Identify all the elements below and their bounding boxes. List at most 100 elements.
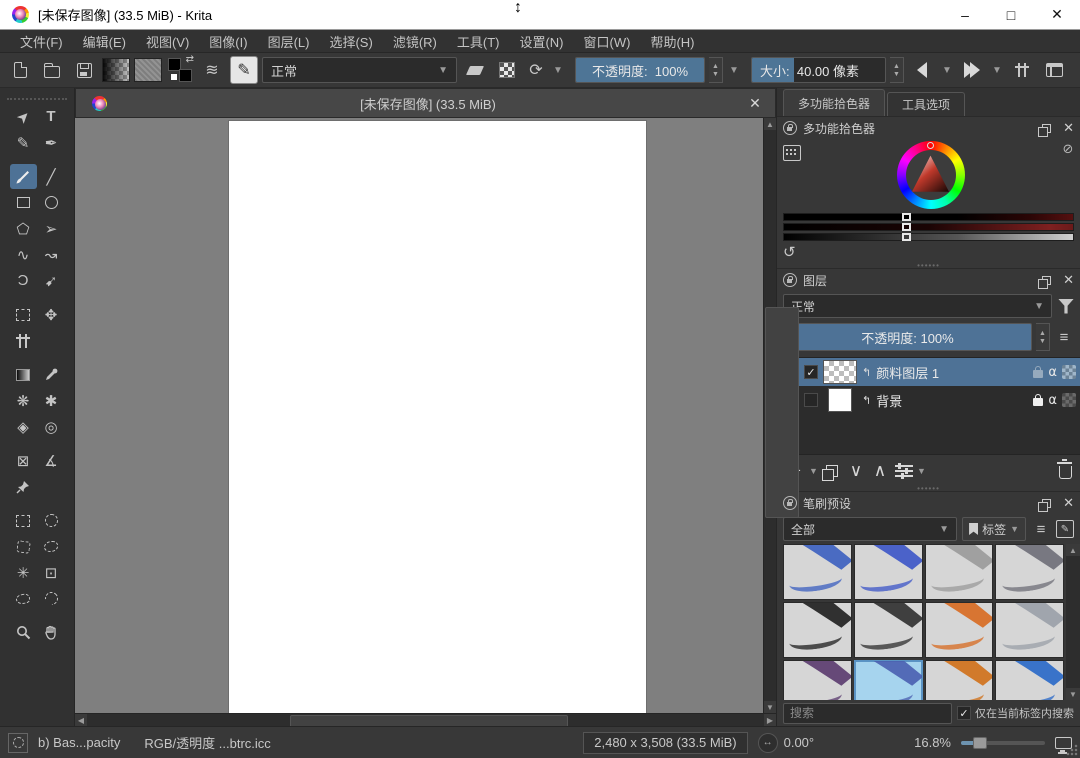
tool-magnetic-select[interactable]: [38, 586, 65, 611]
duplicate-layer-button[interactable]: [821, 458, 843, 484]
brush-preset-tile[interactable]: [925, 602, 994, 658]
brush-size-slider[interactable]: 大小: 40.00 像素: [751, 57, 886, 83]
preset-detail-icon[interactable]: ✎: [1056, 520, 1074, 538]
minimize-button[interactable]: –: [942, 0, 988, 29]
trim-to-image-button[interactable]: [1008, 56, 1036, 84]
delete-layer-button[interactable]: [1059, 466, 1072, 479]
layer-opacity-spinner[interactable]: ▲▼: [1036, 323, 1050, 351]
checkbox-checked-icon[interactable]: ✓: [957, 706, 971, 720]
hsv-triangle[interactable]: [909, 153, 953, 197]
choose-brush-preset-button[interactable]: ≋: [198, 56, 226, 84]
tool-rectangle[interactable]: [10, 190, 37, 215]
brush-preset-tile[interactable]: [995, 544, 1064, 600]
menu-view[interactable]: 视图(V): [136, 32, 199, 51]
show-dockers-button[interactable]: [1040, 56, 1068, 84]
tool-text[interactable]: T: [38, 104, 65, 129]
inherit-alpha-icon[interactable]: [1062, 365, 1076, 379]
document-close-button[interactable]: ✕: [743, 95, 767, 112]
docker-lock-icon[interactable]: [783, 121, 797, 135]
brush-preset-tile[interactable]: [925, 544, 994, 600]
opacity-slider[interactable]: 不透明度: 100%: [575, 57, 705, 83]
layer-thumbnail[interactable]: [823, 360, 857, 384]
tool-assistants[interactable]: ⊠: [10, 448, 37, 473]
tool-crop[interactable]: [10, 328, 37, 353]
menu-help[interactable]: 帮助(H): [640, 32, 704, 51]
float-docker-icon[interactable]: [1042, 276, 1051, 285]
layer-properties-dropdown[interactable]: ▼: [917, 466, 927, 476]
tool-zoom[interactable]: [10, 620, 37, 645]
edit-brush-settings-button[interactable]: ✎: [230, 56, 258, 84]
tool-gradient[interactable]: [10, 362, 37, 387]
blocked-colors-icon[interactable]: ⊘: [1063, 141, 1074, 157]
layer-opacity-slider[interactable]: 不透明度: 100%: [783, 323, 1032, 351]
alpha-lock-icon[interactable]: α: [1048, 365, 1057, 380]
canvas-area[interactable]: [75, 118, 763, 713]
layer-thumbnail[interactable]: [828, 388, 852, 412]
new-document-button[interactable]: [6, 56, 34, 84]
tool-move[interactable]: ✥: [38, 302, 65, 327]
scroll-down-icon[interactable]: ▼: [1066, 688, 1080, 700]
preset-search-input[interactable]: [783, 703, 952, 724]
tab-tool-options[interactable]: 工具选项: [887, 92, 965, 116]
scroll-up-icon[interactable]: ▲: [764, 118, 776, 130]
opacity-spinner[interactable]: ▲▼: [709, 57, 723, 83]
preset-display-menu-icon[interactable]: ≡: [1031, 521, 1051, 538]
color-slider-2-handle[interactable]: [902, 223, 911, 231]
color-settings-icon[interactable]: [783, 145, 801, 161]
opacity-dropdown[interactable]: ▼: [727, 65, 741, 76]
layer-checkbox[interactable]: ✓: [804, 365, 818, 379]
layer-blend-mode-dropdown[interactable]: 正常 ▼: [783, 294, 1052, 318]
canvas-page[interactable]: [229, 121, 646, 713]
tool-rect-select[interactable]: [10, 508, 37, 533]
canvas-rotation-icon[interactable]: ↔: [758, 733, 778, 753]
document-title-bar[interactable]: [未保存图像] (33.5 MiB) ✕: [75, 88, 776, 118]
color-slider-2[interactable]: [783, 223, 1074, 231]
close-docker-icon[interactable]: ✕: [1063, 495, 1074, 511]
menu-image[interactable]: 图像(I): [199, 32, 257, 51]
tool-line[interactable]: ╱: [38, 164, 65, 189]
tool-freehand-select[interactable]: [38, 534, 65, 559]
tool-polyline[interactable]: ➢: [38, 216, 65, 241]
tool-pan[interactable]: [38, 620, 65, 645]
tool-ellipse[interactable]: [38, 190, 65, 215]
preset-scrollbar[interactable]: ▲ ▼: [1066, 544, 1080, 700]
tool-freehand-brush[interactable]: [10, 164, 37, 189]
horizontal-mirror-button[interactable]: [908, 56, 936, 84]
add-layer-dropdown[interactable]: ▼: [809, 466, 819, 476]
tool-transform[interactable]: [10, 302, 37, 327]
menu-layer[interactable]: 图层(L): [258, 32, 320, 51]
vertical-mirror-dropdown[interactable]: ▼: [990, 65, 1004, 76]
pattern-chooser-button[interactable]: [134, 56, 162, 84]
preserve-alpha-button[interactable]: [493, 56, 521, 84]
tool-bezier-select[interactable]: [10, 586, 37, 611]
tool-smart-patch[interactable]: ✱: [38, 388, 65, 413]
tool-reference-images[interactable]: [10, 474, 37, 499]
tool-polygon[interactable]: ⬠: [10, 216, 37, 241]
horizontal-mirror-dropdown[interactable]: ▼: [940, 65, 954, 76]
brush-preview-icon[interactable]: [8, 733, 28, 753]
color-wheel[interactable]: [897, 141, 965, 209]
float-docker-icon[interactable]: [1042, 124, 1051, 133]
brush-preset-tile-selected[interactable]: [854, 660, 923, 700]
brush-preset-tile[interactable]: [854, 544, 923, 600]
maximize-button[interactable]: □: [988, 0, 1034, 29]
tool-multibrush[interactable]: ➹: [38, 268, 65, 293]
docker-lock-icon[interactable]: [783, 496, 797, 510]
docker-lock-icon[interactable]: [783, 273, 797, 287]
tool-edit-shapes[interactable]: ✎: [10, 130, 37, 155]
scroll-up-icon[interactable]: ▲: [1066, 544, 1080, 556]
brush-preset-tile[interactable]: [783, 602, 852, 658]
scroll-down-icon[interactable]: ▼: [764, 701, 776, 713]
menu-select[interactable]: 选择(S): [319, 32, 382, 51]
horizontal-scrollbar[interactable]: ◀ ▶: [75, 713, 776, 726]
search-scope-checkbox[interactable]: ✓ 仅在当前标签内搜索: [957, 705, 1074, 721]
inherit-alpha-icon[interactable]: [1062, 393, 1076, 407]
move-layer-up-button[interactable]: ∧: [869, 458, 891, 484]
layer-options-menu-icon[interactable]: ≡: [1054, 329, 1074, 346]
fg-bg-color-button[interactable]: ⇄: [166, 56, 194, 84]
move-layer-down-button[interactable]: ∨: [845, 458, 867, 484]
brush-preset-tile[interactable]: [995, 602, 1064, 658]
open-document-button[interactable]: [38, 56, 66, 84]
menu-file[interactable]: 文件(F): [10, 32, 73, 51]
tool-color-sampler[interactable]: [38, 362, 65, 387]
